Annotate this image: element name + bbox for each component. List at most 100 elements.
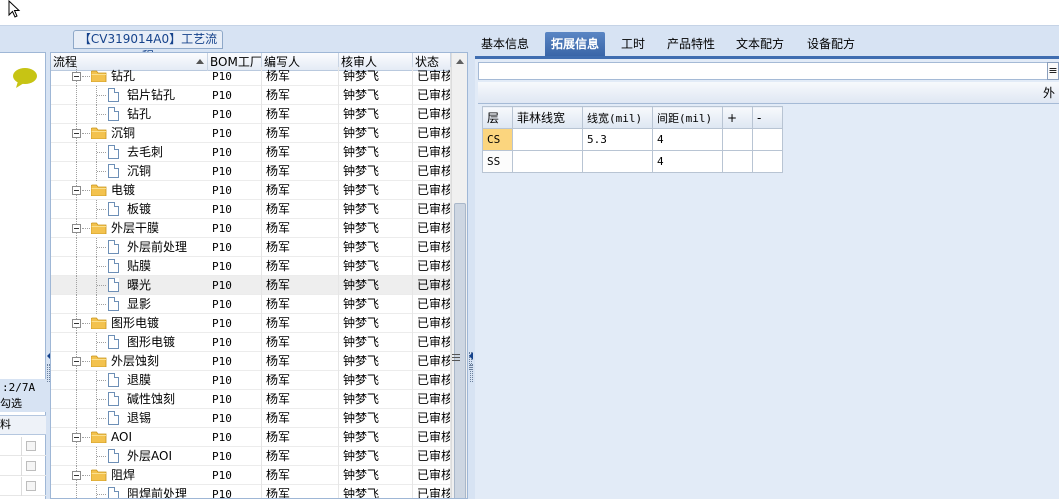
center-splitter[interactable] [468,52,474,499]
cell-plus[interactable] [722,128,753,151]
tree-item-row[interactable]: 退膜 P10 杨军 钟梦飞 已审核 [51,371,451,390]
tree-connector [82,475,90,476]
scroll-up-arrow-icon[interactable] [456,59,464,64]
table-row[interactable]: CS 5.3 4 [482,128,783,151]
cell-writer: 杨军 [262,67,339,86]
scrollbar-thumb[interactable] [454,203,466,498]
collapse-toggle-icon[interactable] [72,129,81,138]
row-checkbox[interactable] [26,481,36,491]
tree-item-row[interactable]: 退锡 P10 杨军 钟梦飞 已审核 [51,409,451,428]
tree-item-row[interactable]: 碱性蚀刻 P10 杨军 钟梦飞 已审核 [51,390,451,409]
tree-group-row[interactable]: 外层干膜 P10 杨军 钟梦飞 已审核 [51,219,451,238]
cell-spacing[interactable]: 4 [652,150,723,173]
cell-layer[interactable]: CS [482,128,513,151]
tree-line [76,295,77,314]
cell-line-width[interactable]: 5.3 [582,128,653,151]
left-list-row[interactable] [0,477,46,496]
collapse-toggle-icon[interactable] [72,186,81,195]
tree-item-row[interactable]: 外层AOI P10 杨军 钟梦飞 已审核 [51,447,451,466]
collapse-toggle-icon[interactable] [72,357,81,366]
tree-item-row[interactable]: 曝光 P10 杨军 钟梦飞 已审核 [51,276,451,295]
tree-item-row[interactable]: 铝片钻孔 P10 杨军 钟梦飞 已审核 [51,86,451,105]
folder-icon [90,70,107,83]
cell-minus[interactable] [752,128,783,151]
grid-vertical-scrollbar[interactable] [451,53,467,498]
tree-item-row[interactable]: 沉铜 P10 杨军 钟梦飞 已审核 [51,162,451,181]
panel-dropdown-button[interactable]: ≡ [1047,62,1059,80]
cell-film-width[interactable] [512,128,583,151]
collapse-toggle-icon[interactable] [72,471,81,480]
table-row[interactable]: SS 4 [482,150,783,173]
cell-status: 已审核 [413,124,451,143]
select-label[interactable]: 勾选 [0,396,46,412]
chat-bubble-icon[interactable] [12,67,38,89]
col-film-width[interactable]: 菲林线宽 [512,106,583,129]
grid-splitter-grip-icon[interactable] [452,352,460,362]
collapse-right-arrow-icon[interactable] [469,352,473,360]
tab-product-features[interactable]: 产品特性 [661,32,721,56]
col-layer[interactable]: 层 [482,106,513,129]
collapse-toggle-icon[interactable] [72,319,81,328]
tree-item-row[interactable]: 显影 P10 杨军 钟梦飞 已审核 [51,295,451,314]
tree-item-row[interactable]: 外层前处理 P10 杨军 钟梦飞 已审核 [51,238,451,257]
cell-plus[interactable] [722,150,753,173]
right-tab-strip: 基本信息 拓展信息 工时 产品特性 文本配方 设备配方 [475,30,1059,56]
cell-bom-factory: P10 [208,314,262,333]
col-line-width[interactable]: 线宽(mil) [582,106,653,129]
folder-icon [90,222,107,235]
tree-node-label: 外层AOI [127,449,172,463]
tree-group-row[interactable]: 钻孔 P10 杨军 钟梦飞 已审核 [51,67,451,86]
process-tree-grid: 流程 BOM工厂 编写人 核审人 状态 钻孔 P10 杨军 钟梦飞 已审核 铝片钻孔 P10… [50,52,468,499]
tree-connector [97,399,106,400]
cell-writer: 杨军 [262,86,339,105]
tree-group-row[interactable]: 图形电镀 P10 杨军 钟梦飞 已审核 [51,314,451,333]
tree-item-row[interactable]: 板镀 P10 杨军 钟梦飞 已审核 [51,200,451,219]
splitter-grip-2-icon[interactable] [470,364,474,382]
cell-status: 已审核 [413,67,451,86]
cell-status: 已审核 [413,276,451,295]
tree-group-row[interactable]: 沉铜 P10 杨军 钟梦飞 已审核 [51,124,451,143]
cell-layer[interactable]: SS [482,150,513,173]
cell-status: 已审核 [413,181,451,200]
tree-line [76,238,77,257]
tree-item-row[interactable]: 图形电镀 P10 杨军 钟梦飞 已审核 [51,333,451,352]
cell-line-width[interactable] [582,150,653,173]
tree-group-row[interactable]: 外层蚀刻 P10 杨军 钟梦飞 已审核 [51,352,451,371]
tree-group-row[interactable]: 电镀 P10 杨军 钟梦飞 已审核 [51,181,451,200]
col-add-button[interactable]: + [722,106,753,129]
collapse-toggle-icon[interactable] [72,433,81,442]
col-spacing[interactable]: 间距(mil) [652,106,723,129]
cell-writer: 杨军 [262,219,339,238]
tab-labor-hours[interactable]: 工时 [615,32,651,56]
left-list-row[interactable] [0,437,46,456]
sort-ascending-icon[interactable] [196,59,204,64]
tab-basic-info[interactable]: 基本信息 [475,32,535,56]
document-icon [108,449,119,463]
cell-minus[interactable] [752,150,783,173]
row-divider [21,457,22,476]
collapse-toggle-icon[interactable] [72,224,81,233]
collapse-toggle-icon[interactable] [72,72,81,81]
cell-bom-factory: P10 [208,219,262,238]
tree-item-row[interactable]: 钻孔 P10 杨军 钟梦飞 已审核 [51,105,451,124]
tab-text-recipe[interactable]: 文本配方 [730,32,790,56]
cell-bom-factory: P10 [208,371,262,390]
row-checkbox[interactable] [26,441,36,451]
tree-item-row[interactable]: 阻焊前处理 P10 杨军 钟梦飞 已审核 [51,485,451,498]
tree-group-row[interactable]: AOI P10 杨军 钟梦飞 已审核 [51,428,451,447]
tree-connector [97,247,106,248]
cell-spacing[interactable]: 4 [652,128,723,151]
table-header-row: 层 菲林线宽 线宽(mil) 间距(mil) + - [482,106,783,129]
col-remove-button[interactable]: - [752,106,783,129]
tree-item-row[interactable]: 贴膜 P10 杨军 钟梦飞 已审核 [51,257,451,276]
tree-item-row[interactable]: 去毛刺 P10 杨军 钟梦飞 已审核 [51,143,451,162]
cell-reviewer: 钟梦飞 [339,276,413,295]
row-checkbox[interactable] [26,461,36,471]
left-list-row[interactable] [0,457,46,476]
process-title-tab[interactable]: 【CV319014A0】工艺流程 [73,30,223,63]
tab-extended-info[interactable]: 拓展信息 [545,32,606,56]
cell-film-width[interactable] [512,150,583,173]
tab-equipment-recipe[interactable]: 设备配方 [801,32,861,56]
folder-icon [90,127,107,140]
tree-group-row[interactable]: 阻焊 P10 杨军 钟梦飞 已审核 [51,466,451,485]
